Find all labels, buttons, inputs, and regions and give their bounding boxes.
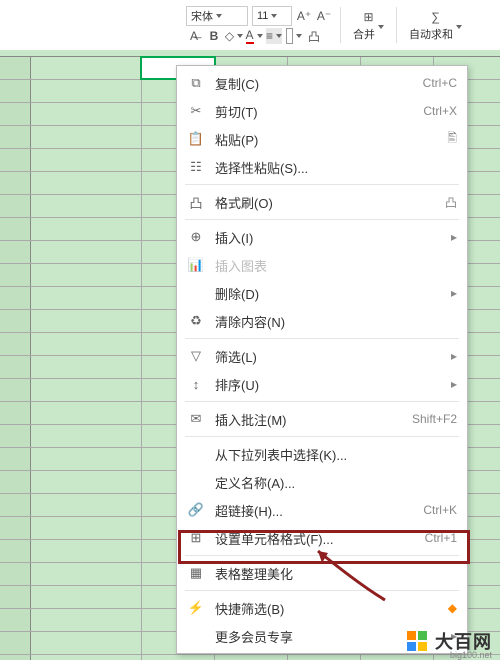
fill-color-icon[interactable]: ◇: [226, 28, 242, 44]
menu-format-painter[interactable]: 凸格式刷(O)凸: [177, 188, 467, 216]
insert-icon: ⊕: [187, 229, 205, 245]
menu-hyperlink[interactable]: 🔗超链接(H)...Ctrl+K: [177, 496, 467, 524]
menu-dropdown-select[interactable]: 从下拉列表中选择(K)...: [177, 440, 467, 468]
quick-filter-icon: ⚡: [187, 600, 205, 616]
font-color-icon[interactable]: A: [246, 28, 262, 44]
font-name-select[interactable]: 宋体: [186, 6, 248, 26]
logo-icon: [407, 631, 429, 651]
menu-copy[interactable]: ⧉复制(C)Ctrl+C: [177, 69, 467, 97]
paste-icon: 📋: [187, 131, 205, 147]
menu-insert[interactable]: ⊕插入(I)▸: [177, 223, 467, 251]
menu-format-cells[interactable]: ⊞设置单元格格式(F)...Ctrl+1: [177, 524, 467, 552]
menu-paste-special[interactable]: ☷选择性粘贴(S)...: [177, 153, 467, 181]
menu-table-beautify[interactable]: ▦表格整理美化: [177, 559, 467, 587]
menu-insert-comment[interactable]: ✉插入批注(M)Shift+F2: [177, 405, 467, 433]
format-painter-right-icon: 凸: [445, 194, 457, 211]
clear-format-icon[interactable]: A̶: [186, 28, 202, 44]
format-painter-icon: 凸: [187, 193, 205, 212]
menu-insert-chart: 📊插入图表: [177, 251, 467, 279]
link-icon: 🔗: [187, 502, 205, 518]
cell-style-icon[interactable]: 凸: [306, 28, 322, 44]
menu-quick-filter[interactable]: ⚡快捷筛选(B)◆: [177, 594, 467, 622]
comment-icon: ✉: [187, 411, 205, 427]
font-size-select[interactable]: 11: [252, 6, 292, 26]
bold-icon[interactable]: B: [206, 28, 222, 44]
sort-icon: ↕: [187, 377, 205, 392]
clipboard-icon: 🖺: [447, 129, 457, 150]
context-menu: ⧉复制(C)Ctrl+C ✂剪切(T)Ctrl+X 📋粘贴(P)🖺 ☷选择性粘贴…: [176, 65, 468, 654]
clear-icon: ♻: [187, 313, 205, 329]
menu-filter[interactable]: ▽筛选(L)▸: [177, 342, 467, 370]
menu-paste[interactable]: 📋粘贴(P)🖺: [177, 125, 467, 153]
align-icon[interactable]: ≡: [266, 28, 282, 44]
sigma-icon: ∑: [428, 9, 444, 25]
filter-icon: ▽: [187, 348, 205, 364]
watermark: 大百网 big100.net: [407, 628, 492, 654]
border-icon[interactable]: [286, 28, 302, 44]
menu-delete[interactable]: 删除(D)▸: [177, 279, 467, 307]
decrease-font-icon[interactable]: A⁻: [316, 8, 332, 24]
merge-icon: ⊞: [361, 9, 377, 25]
toolbar: 宋体 11 A⁺ A⁻ A̶ B ◇ A ≡ 凸 ⊞ 合并 ∑ 自动求和: [180, 0, 500, 51]
menu-clear[interactable]: ♻清除内容(N): [177, 307, 467, 335]
increase-font-icon[interactable]: A⁺: [296, 8, 312, 24]
paste-special-icon: ☷: [187, 159, 205, 175]
cut-icon: ✂: [187, 103, 205, 119]
merge-button[interactable]: ⊞ 合并: [349, 9, 388, 42]
menu-define-name[interactable]: 定义名称(A)...: [177, 468, 467, 496]
autosum-button[interactable]: ∑ 自动求和: [405, 9, 466, 42]
format-cells-icon: ⊞: [187, 530, 205, 546]
copy-icon: ⧉: [187, 75, 205, 91]
chart-icon: 📊: [187, 257, 205, 273]
menu-sort[interactable]: ↕排序(U)▸: [177, 370, 467, 398]
table-icon: ▦: [187, 565, 205, 581]
menu-cut[interactable]: ✂剪切(T)Ctrl+X: [177, 97, 467, 125]
